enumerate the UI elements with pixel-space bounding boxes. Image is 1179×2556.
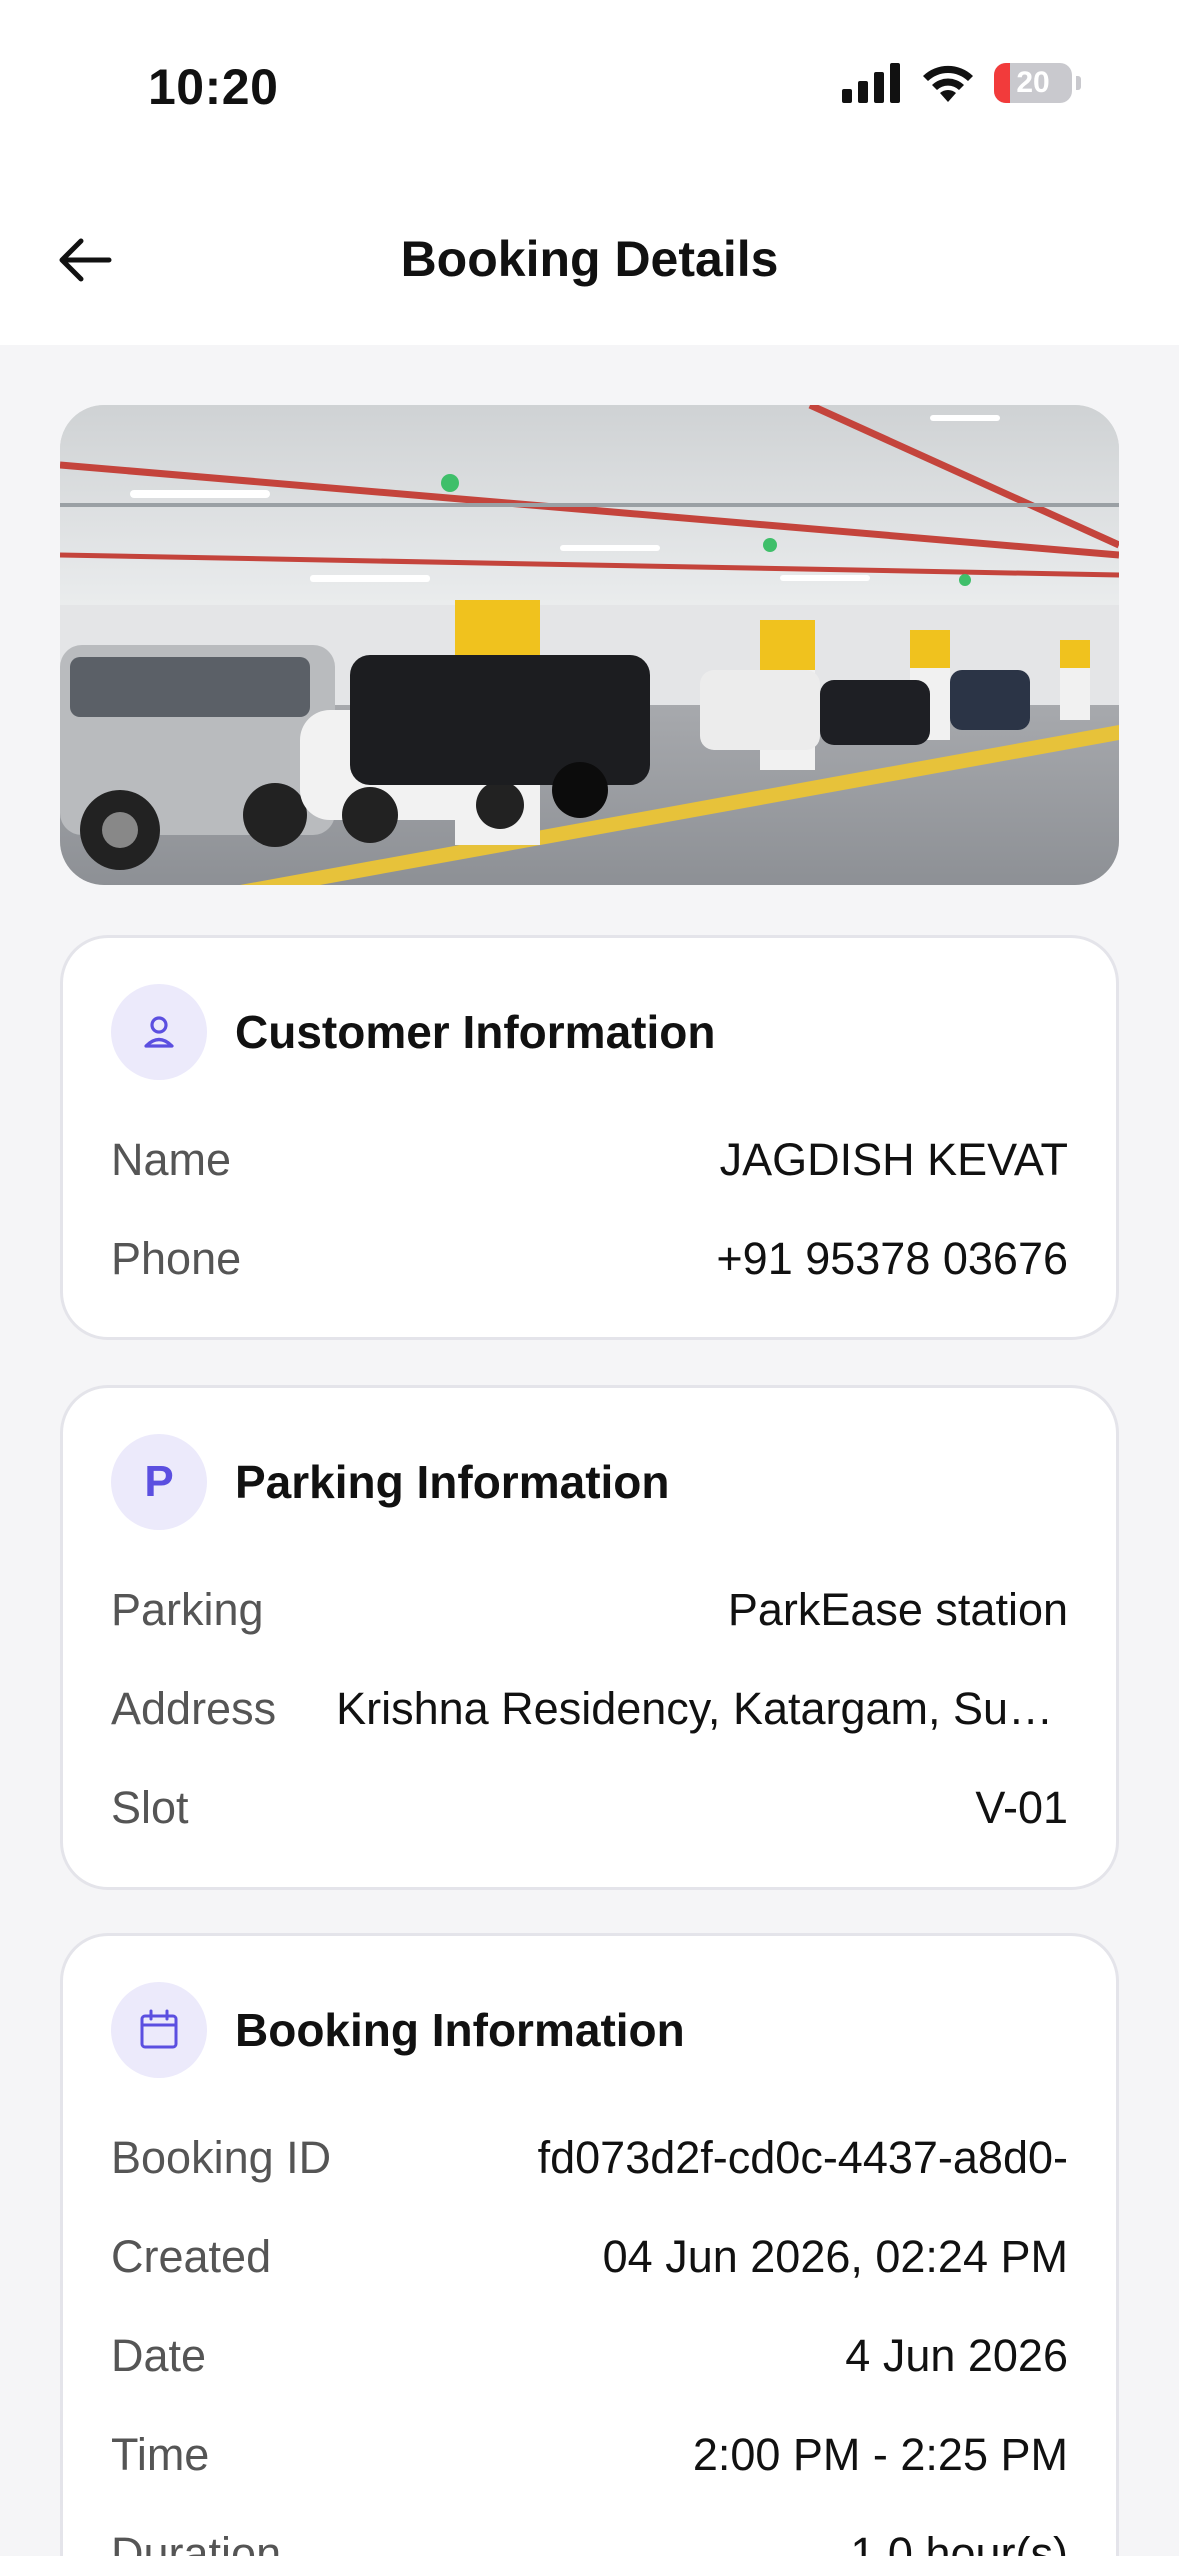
status-time: 10:20 — [148, 59, 279, 115]
status-bar: 10:20 20 — [0, 0, 1179, 175]
row-label: Duration — [111, 2528, 282, 2556]
parking-address-row: Address Krishna Residency, Katargam, Sur… — [111, 1679, 1068, 1739]
status-icons: 20 — [842, 62, 1081, 104]
row-label: Booking ID — [111, 2132, 332, 2183]
parking-info-header: P Parking Information — [111, 1434, 669, 1530]
parking-name-row: Parking ParkEase station — [111, 1580, 1068, 1640]
parking-p-icon: P — [111, 1434, 207, 1530]
customer-info-card: Customer Information Name JAGDISH KEVAT … — [60, 935, 1119, 1340]
nav-bar: Booking Details — [0, 175, 1179, 345]
booking-date-row: Date 4 Jun 2026 — [111, 2326, 1068, 2386]
row-label: Time — [111, 2429, 210, 2480]
row-label: Date — [111, 2330, 207, 2381]
person-icon — [111, 984, 207, 1080]
parking-info-card: P Parking Information Parking ParkEase s… — [60, 1385, 1119, 1890]
parking-info-title: Parking Information — [235, 1456, 670, 1508]
cellular-signal-icon — [842, 63, 900, 103]
customer-name-row: Name JAGDISH KEVAT — [111, 1130, 1068, 1190]
customer-name-value: JAGDISH KEVAT — [719, 1134, 1068, 1185]
customer-info-header: Customer Information — [111, 984, 715, 1080]
calendar-icon — [111, 1982, 207, 2078]
booking-id-row: Booking ID fd073d2f-cd0c-4437-a8d0- — [111, 2128, 1068, 2188]
wifi-icon — [923, 65, 973, 102]
page-title: Booking Details — [400, 231, 779, 287]
row-label: Created — [111, 2231, 272, 2282]
row-label: Address — [111, 1683, 277, 1734]
battery-percent: 20 — [1016, 66, 1050, 99]
booking-time-row: Time 2:00 PM - 2:25 PM — [111, 2425, 1068, 2485]
booking-created-row: Created 04 Jun 2026, 02:24 PM — [111, 2227, 1068, 2287]
parking-garage-photo — [60, 405, 1119, 885]
parking-slot-value: V-01 — [975, 1782, 1068, 1833]
booking-info-card: Booking Information Booking ID fd073d2f-… — [60, 1933, 1119, 2556]
battery-tip — [1076, 76, 1081, 90]
row-label: Phone — [111, 1233, 242, 1284]
battery-icon: 20 — [994, 63, 1072, 103]
booking-time-value: 2:00 PM - 2:25 PM — [692, 2429, 1068, 2480]
customer-phone-value[interactable]: +91 95378 03676 — [716, 1233, 1068, 1285]
booking-info-header: Booking Information — [111, 1982, 685, 2078]
battery-level-fill — [994, 63, 1010, 103]
row-label: Name — [111, 1134, 232, 1185]
parking-slot-row: Slot V-01 — [111, 1778, 1068, 1838]
parking-name-value: ParkEase station — [727, 1584, 1068, 1635]
booking-info-title: Booking Information — [235, 2004, 685, 2056]
customer-info-title: Customer Information — [235, 1006, 716, 1058]
customer-phone-row: Phone +91 95378 03676 — [111, 1229, 1068, 1289]
row-label: Parking — [111, 1584, 264, 1635]
row-label: Slot — [111, 1782, 189, 1833]
booking-created-value: 04 Jun 2026, 02:24 PM — [602, 2231, 1068, 2282]
booking-id-value[interactable]: fd073d2f-cd0c-4437-a8d0- — [538, 2132, 1068, 2184]
booking-duration-value: 1.0 hour(s) — [850, 2528, 1068, 2556]
parking-address-value: Krishna Residency, Katargam, Surat, Guja… — [336, 1683, 1068, 1734]
booking-duration-row: Duration 1.0 hour(s) — [111, 2524, 1068, 2556]
booking-date-value: 4 Jun 2026 — [845, 2330, 1068, 2381]
